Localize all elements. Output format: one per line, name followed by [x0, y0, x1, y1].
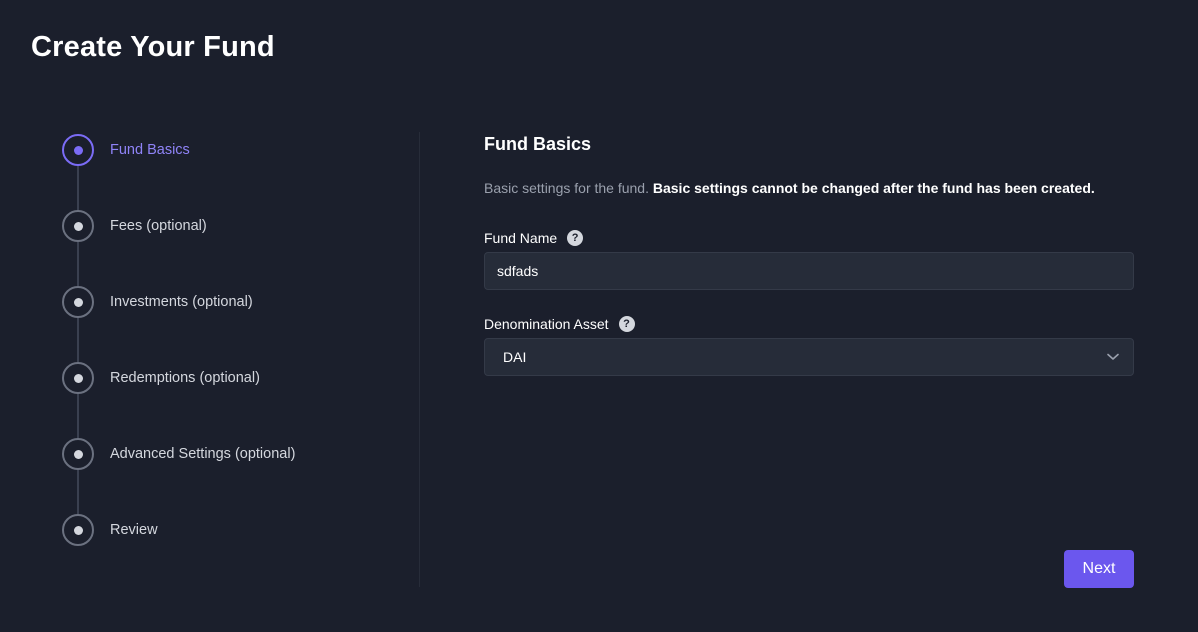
page-title: Create Your Fund — [31, 31, 275, 63]
step-label: Redemptions (optional) — [110, 370, 260, 386]
denomination-asset-label: Denomination Asset — [484, 316, 609, 332]
next-button[interactable]: Next — [1064, 550, 1134, 588]
step-dot-icon — [73, 373, 83, 383]
step-indicator-icon — [62, 438, 94, 470]
denomination-asset-value: DAI — [503, 349, 527, 365]
step-advanced-settings[interactable]: Advanced Settings (optional) — [62, 438, 402, 470]
stepper-connector-line — [77, 150, 79, 530]
denomination-asset-label-row: Denomination Asset ? — [484, 316, 1134, 332]
step-dot-icon — [73, 525, 83, 535]
question-circle-icon[interactable]: ? — [567, 230, 584, 246]
step-dot-icon — [73, 145, 83, 155]
step-label: Advanced Settings (optional) — [110, 446, 296, 462]
section-title: Fund Basics — [484, 134, 592, 154]
fund-basics-form: Fund Basics Basic settings for the fund.… — [484, 132, 1134, 376]
create-fund-page: Create Your Fund Fund Basics Fees (optio… — [0, 0, 1198, 632]
step-fund-basics[interactable]: Fund Basics — [62, 134, 402, 166]
fund-name-input[interactable] — [484, 252, 1134, 290]
step-indicator-icon — [62, 210, 94, 242]
denomination-asset-select[interactable]: DAI — [484, 338, 1134, 376]
fund-name-label-row: Fund Name ? — [484, 230, 1134, 246]
step-indicator-icon — [62, 286, 94, 318]
description-text: Basic settings for the fund. — [484, 180, 649, 196]
step-dot-icon — [73, 221, 83, 231]
step-fees[interactable]: Fees (optional) — [62, 210, 402, 242]
fund-name-field: Fund Name ? — [484, 230, 1134, 290]
step-indicator-icon — [62, 514, 94, 546]
step-investments[interactable]: Investments (optional) — [62, 286, 402, 318]
step-label: Fees (optional) — [110, 218, 207, 234]
section-description: Basic settings for the fund. Basic setti… — [484, 180, 1134, 196]
vertical-divider — [419, 132, 420, 587]
step-redemptions[interactable]: Redemptions (optional) — [62, 362, 402, 394]
question-circle-icon[interactable]: ? — [618, 316, 635, 332]
fund-name-label: Fund Name — [484, 230, 558, 246]
description-emphasis: Basic settings cannot be changed after t… — [652, 180, 1095, 196]
chevron-down-icon — [1107, 353, 1119, 361]
step-indicator-icon — [62, 134, 94, 166]
step-dot-icon — [73, 297, 83, 307]
step-dot-icon — [73, 449, 83, 459]
denomination-asset-field: Denomination Asset ? DAI — [484, 316, 1134, 376]
step-label: Review — [110, 522, 158, 538]
step-label: Fund Basics — [110, 142, 190, 158]
step-label: Investments (optional) — [110, 294, 253, 310]
step-review[interactable]: Review — [62, 514, 402, 546]
step-indicator-icon — [62, 362, 94, 394]
